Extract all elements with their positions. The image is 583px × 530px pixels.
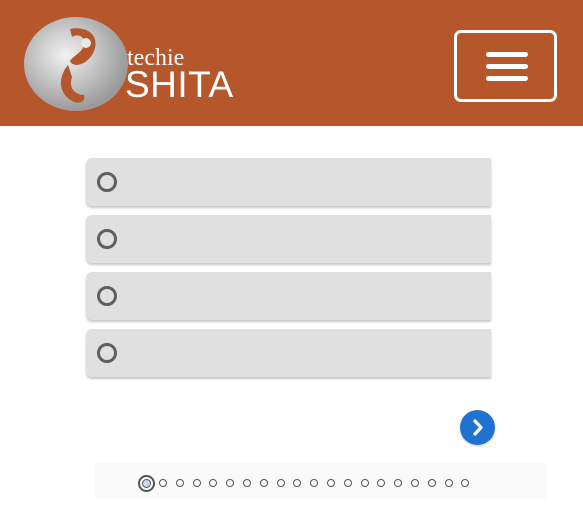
pagination-dot[interactable] (276, 479, 285, 487)
pagination-dot[interactable] (159, 479, 167, 487)
pagination-dot-active[interactable] (138, 474, 155, 492)
pagination-dot[interactable] (293, 479, 302, 487)
answer-options (86, 158, 491, 386)
pagination-dot[interactable] (343, 479, 352, 487)
logo-text-big: SHITA (125, 64, 234, 105)
pagination-dot[interactable] (427, 479, 436, 487)
radio-icon[interactable] (97, 229, 117, 249)
radio-icon[interactable] (97, 172, 117, 192)
logo-emblem[interactable] (22, 15, 130, 113)
pagination-dots (138, 474, 478, 492)
answer-option-2[interactable] (86, 215, 491, 263)
menu-toggle-button[interactable] (454, 30, 557, 102)
pagination-dot[interactable] (209, 479, 218, 487)
hamburger-bar (486, 76, 528, 81)
pagination-dot[interactable] (259, 479, 268, 487)
radio-icon[interactable] (97, 343, 117, 363)
pagination-dot[interactable] (326, 479, 335, 487)
next-button[interactable] (460, 410, 495, 445)
pagination-dot[interactable] (461, 479, 470, 487)
pagination-dot[interactable] (175, 479, 184, 487)
pagination-dot[interactable] (410, 479, 419, 487)
logo-emblem-icon (24, 17, 128, 111)
answer-option-1[interactable] (86, 158, 491, 206)
site-header: techie SHITA (0, 0, 583, 126)
pagination-dot[interactable] (360, 479, 369, 487)
pagination-dot[interactable] (444, 479, 453, 487)
pagination-dot[interactable] (394, 479, 403, 487)
answer-option-3[interactable] (86, 272, 491, 320)
pagination-dot[interactable] (226, 479, 235, 487)
radio-icon[interactable] (97, 286, 117, 306)
pagination-dot[interactable] (377, 479, 386, 487)
pagination-dot[interactable] (192, 479, 201, 487)
pagination-dot[interactable] (310, 479, 319, 487)
chevron-right-icon (473, 419, 483, 436)
hamburger-bar (486, 64, 528, 69)
answer-option-4[interactable] (86, 329, 491, 377)
hamburger-bar (486, 52, 528, 57)
pagination-dot[interactable] (242, 479, 251, 487)
